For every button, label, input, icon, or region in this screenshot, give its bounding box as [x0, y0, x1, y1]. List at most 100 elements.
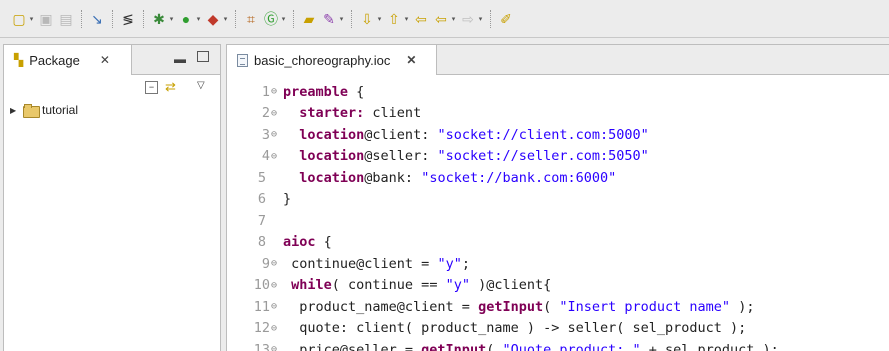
fold-icon[interactable]: ⊖ — [271, 151, 277, 162]
keyword-token: getInput — [421, 341, 487, 351]
new-dropdown-arrow[interactable]: ▾ — [28, 15, 35, 23]
collapse-all-icon[interactable]: − — [145, 81, 158, 94]
last-edit-icon: ⇦ — [415, 10, 427, 27]
fold-icon[interactable]: ⊖ — [271, 323, 277, 334]
back-dropdown-arrow[interactable]: ▾ — [450, 15, 457, 23]
pen-icon: ✐ — [500, 10, 512, 27]
keyword-token: preamble — [283, 83, 349, 100]
code-line[interactable]: 2 ⊖ starter: client — [227, 103, 889, 125]
annotation-button[interactable]: ≶ — [119, 7, 137, 31]
code-line[interactable]: 5 location@bank: "socket://bank.com:6000… — [227, 167, 889, 189]
new-project-icon: ◆ — [207, 10, 219, 27]
code-text: product_name@client = getInput( "Insert … — [279, 299, 754, 315]
next-annotation-button[interactable]: ⇩ ▾ — [358, 7, 383, 31]
close-icon[interactable]: ✕ — [100, 53, 110, 67]
pin-button[interactable]: ↘ — [88, 7, 106, 31]
fold-icon[interactable]: ⊖ — [271, 108, 277, 119]
maximize-icon[interactable] — [197, 51, 209, 62]
line-number: 4 ⊖ — [227, 148, 279, 164]
text-token: @bank: — [364, 169, 422, 186]
line-number: 6 — [227, 191, 279, 207]
fold-icon[interactable]: ⊖ — [271, 301, 277, 312]
new-project-dropdown-arrow[interactable]: ▾ — [222, 15, 229, 23]
debug-icon: ✱ — [153, 10, 165, 27]
forward-icon: ⇨ — [462, 10, 474, 27]
toolbar-separator — [112, 9, 113, 28]
last-edit-button[interactable]: ⇦ — [412, 7, 430, 31]
save-button[interactable]: ▣ — [37, 7, 55, 31]
toolbar-separator — [143, 9, 144, 28]
code-line[interactable]: 8 aioc { — [227, 232, 889, 254]
line-number: 11 ⊖ — [227, 299, 279, 315]
line-number: 7 — [227, 213, 279, 229]
expand-arrow-icon[interactable]: ▶ — [10, 106, 20, 115]
code-area[interactable]: 1 ⊖ preamble {2 ⊖ starter: client 3 ⊖ locatio… — [227, 81, 889, 351]
close-icon[interactable]: ✕ — [406, 53, 416, 67]
string-token: "socket://seller.com:5050" — [437, 148, 649, 165]
previous-annotation-button[interactable]: ⇧ ▾ — [385, 7, 410, 31]
toolbar-separator — [235, 9, 236, 28]
code-line[interactable]: 1 ⊖ preamble { — [227, 81, 889, 103]
new-project-button[interactable]: ◆ ▾ — [204, 7, 229, 31]
view-menu-icon[interactable]: ▽ — [197, 80, 205, 91]
save-all-button[interactable]: ▤ — [57, 7, 75, 31]
previous-annotation-icon: ⇧ — [388, 10, 400, 27]
line-number-text: 3 — [261, 126, 270, 143]
edit-dropdown-arrow[interactable]: ▾ — [338, 15, 345, 23]
code-line[interactable]: 7 — [227, 210, 889, 232]
forward-button[interactable]: ⇨ ▾ — [459, 7, 484, 31]
code-text: location@bank: "socket://bank.com:6000" — [279, 170, 616, 186]
minimize-icon[interactable]: ▬ — [174, 52, 186, 66]
tree-item-tutorial[interactable]: ▶ tutorial — [4, 101, 220, 119]
code-line[interactable]: 9 ⊖ continue@client = "y"; — [227, 253, 889, 275]
code-line[interactable]: 13 ⊖ price@seller = getInput( "Quote prod… — [227, 339, 889, 351]
new-button[interactable]: ▢ ▾ — [10, 7, 35, 31]
save-all-icon: ▤ — [59, 10, 73, 27]
string-token: "Insert product name" — [559, 298, 731, 315]
new-class-button[interactable]: Ⓖ ▾ — [262, 7, 287, 31]
run-dropdown-arrow[interactable]: ▾ — [195, 15, 202, 23]
fold-icon[interactable]: ⊖ — [271, 280, 277, 291]
back-button[interactable]: ⇦ ▾ — [432, 7, 457, 31]
open-folder-button[interactable]: ▰ — [300, 7, 318, 31]
link-with-editor-icon[interactable]: ⇄ — [165, 79, 181, 95]
editor-tab-label: basic_choreography.ioc — [254, 52, 391, 68]
new-class-dropdown-arrow[interactable]: ▾ — [280, 15, 287, 23]
pin-icon: ↘ — [91, 10, 103, 27]
code-text: quote: client( product_name ) -> seller(… — [279, 320, 746, 336]
debug-dropdown-arrow[interactable]: ▾ — [168, 15, 175, 23]
run-button[interactable]: ● ▾ — [177, 7, 202, 31]
text-token: client — [364, 105, 422, 122]
line-number-text: 12 — [253, 320, 270, 337]
code-line[interactable]: 6} — [227, 189, 889, 211]
edit-button[interactable]: ✎ ▾ — [320, 7, 345, 31]
code-line[interactable]: 10 ⊖ while( continue == "y" )@client{ — [227, 275, 889, 297]
code-line[interactable]: 11 ⊖ product_name@client = getInput( "Ins… — [227, 296, 889, 318]
tab-package[interactable]: ▚ Package ✕ — [4, 45, 132, 75]
code-line[interactable]: 3 ⊖ location@client: "socket://client.com… — [227, 124, 889, 146]
fold-icon[interactable]: ⊖ — [271, 129, 277, 140]
package-tab-label: Package — [29, 52, 80, 68]
previous-annotation-dropdown-arrow[interactable]: ▾ — [403, 15, 410, 23]
fold-icon[interactable]: ⊖ — [271, 258, 277, 269]
wizard-button[interactable]: ⌗ — [242, 7, 260, 31]
fold-icon[interactable]: ⊖ — [271, 86, 277, 97]
editor-tab[interactable]: basic_choreography.ioc ✕ — [227, 45, 437, 75]
new-icon: ▢ — [12, 10, 26, 27]
code-text: continue@client = "y"; — [279, 256, 470, 272]
debug-button[interactable]: ✱ ▾ — [150, 7, 175, 31]
next-annotation-dropdown-arrow[interactable]: ▾ — [376, 15, 383, 23]
code-line[interactable]: 4 ⊖ location@seller: "socket://seller.com… — [227, 146, 889, 168]
text-token: { — [315, 234, 332, 251]
code-text: preamble { — [279, 84, 364, 100]
folder-icon — [23, 104, 40, 118]
fold-icon[interactable]: ⊖ — [271, 344, 277, 351]
keyword-token: location — [299, 126, 365, 143]
keyword-token: location — [299, 148, 365, 165]
code-text: starter: client — [279, 105, 421, 121]
pen-button[interactable]: ✐ — [497, 7, 515, 31]
forward-dropdown-arrow[interactable]: ▾ — [477, 15, 484, 23]
code-line[interactable]: 12 ⊖ quote: client( product_name ) -> sel… — [227, 318, 889, 340]
text-token: @client: — [364, 126, 438, 143]
